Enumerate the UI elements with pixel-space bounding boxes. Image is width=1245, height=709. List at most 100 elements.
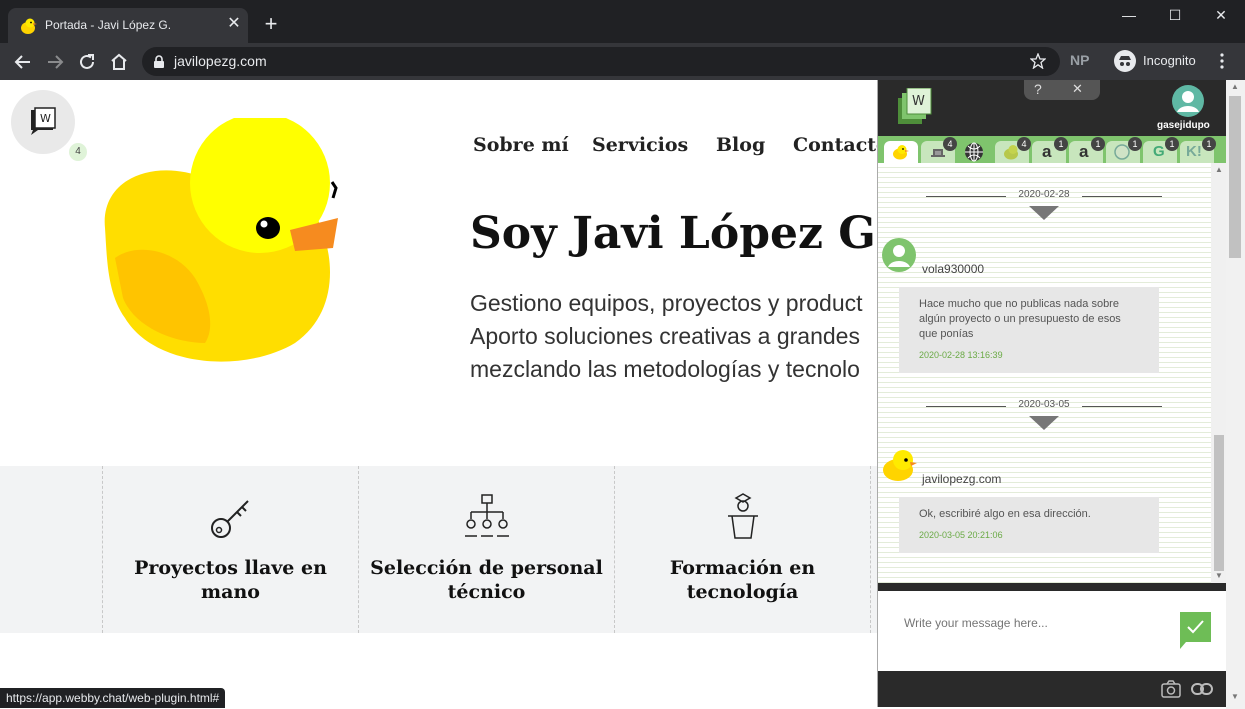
back-icon[interactable] xyxy=(10,49,36,75)
site-tab-badge: 1 xyxy=(1128,137,1142,151)
message-text: Ok, escribiré algo en esa dirección. xyxy=(919,508,1091,520)
tab-close-icon[interactable]: ✕ xyxy=(224,14,244,34)
browser-tab-bar: Portada - Javi López G. ✕ + — ☐ ✕ xyxy=(0,0,1245,43)
site-tab[interactable]: 1 xyxy=(1106,137,1142,163)
nav-sobre-mi[interactable]: Sobre mí xyxy=(473,134,569,156)
message-username[interactable]: javilopezg.com xyxy=(922,472,1001,486)
site-tab-badge: 1 xyxy=(1054,137,1068,151)
key-icon xyxy=(211,500,249,538)
site-tab[interactable]: G 1 xyxy=(1143,137,1179,163)
message-composer xyxy=(878,591,1227,671)
home-icon[interactable] xyxy=(106,49,132,75)
page-scroll-up-icon[interactable]: ▲ xyxy=(1231,82,1239,91)
incognito-icon xyxy=(1114,50,1136,72)
hero-line-3: mezclando las metodologías y tecnolo xyxy=(470,356,860,382)
site-tab[interactable]: a 1 xyxy=(1069,137,1105,163)
webby-chat-icon: W xyxy=(31,107,56,135)
status-bar-url: https://app.webby.chat/web-plugin.html# xyxy=(0,688,226,708)
message-text: Hace mucho que no publicas nada sobre al… xyxy=(919,298,1121,340)
date-separator: 2020-02-28 xyxy=(926,189,1162,203)
feature-title: Proyectos llave en mano xyxy=(134,557,327,603)
date-label: 2020-03-05 xyxy=(1018,399,1070,410)
new-tab-button[interactable]: + xyxy=(260,13,282,35)
lock-icon xyxy=(154,55,164,68)
bookmark-star-icon[interactable] xyxy=(1030,53,1046,69)
google-icon: G xyxy=(1153,143,1165,160)
site-tab-badge: 1 xyxy=(1165,137,1179,151)
site-tab[interactable]: a 1 xyxy=(1032,137,1068,163)
date-separator: 2020-03-05 xyxy=(926,399,1162,413)
link-icon[interactable] xyxy=(1191,682,1213,696)
duck-favicon-icon xyxy=(21,18,37,34)
checkmark-icon xyxy=(1180,620,1204,649)
chat-messages-area[interactable]: 2020-02-28 vola930000 Hace mucho que no … xyxy=(878,163,1211,583)
page-scrollbar-thumb[interactable] xyxy=(1229,96,1241,258)
site-tab[interactable] xyxy=(958,141,992,163)
extension-np-icon[interactable]: NP xyxy=(1070,52,1089,68)
hero-title: Soy Javi López G. xyxy=(470,208,890,259)
browser-toolbar: javilopezg.com NP Incognito xyxy=(0,43,1245,80)
date-arrow-icon xyxy=(1029,416,1059,430)
close-panel-icon[interactable]: ✕ xyxy=(1072,81,1083,97)
features-section: Proyectos llave en mano Selección de per… xyxy=(0,466,878,633)
nav-blog[interactable]: Blog xyxy=(716,134,765,156)
incognito-indicator[interactable]: Incognito xyxy=(1112,47,1202,76)
reload-icon[interactable] xyxy=(74,49,100,75)
org-chart-icon xyxy=(465,494,509,537)
duck-icon xyxy=(893,145,909,160)
message-username[interactable]: vola930000 xyxy=(922,262,984,276)
site-tab-badge: 4 xyxy=(1017,137,1031,151)
browser-tab[interactable]: Portada - Javi López G. ✕ xyxy=(8,8,248,43)
tab-title: Portada - Javi López G. xyxy=(45,18,172,32)
incognito-label: Incognito xyxy=(1143,53,1196,68)
user-avatar-icon xyxy=(882,238,916,272)
feature-card[interactable]: Formación en tecnología xyxy=(614,466,869,633)
page-scroll-down-icon[interactable]: ▼ xyxy=(1231,692,1239,701)
scrollbar-thumb[interactable] xyxy=(1214,435,1224,571)
forward-icon[interactable] xyxy=(42,49,68,75)
hero-line-1: Gestiono equipos, proyectos y product xyxy=(470,290,863,316)
site-tabs-strip: 4 4 a 1 a 1 1 G 1 K! 1 xyxy=(878,136,1227,163)
chat-scrollbar[interactable]: ▲ ▼ xyxy=(1211,163,1227,583)
user-avatar-icon[interactable] xyxy=(1172,85,1204,117)
scroll-up-icon[interactable]: ▲ xyxy=(1215,165,1223,174)
feature-card[interactable]: Proyectos llave en mano xyxy=(102,466,357,633)
webby-chat-panel: W ? ✕ gasejidupo 4 4 a 1 a 1 1 G 1 K! 1 … xyxy=(877,80,1227,707)
message-time: 2020-03-05 20:21:06 xyxy=(919,530,1003,540)
k-icon: K! xyxy=(1186,143,1202,160)
menu-kebab-icon[interactable] xyxy=(1214,52,1230,70)
feature-card[interactable]: Selección de personal técnico xyxy=(358,466,613,633)
teacher-icon xyxy=(728,493,758,539)
help-icon[interactable]: ? xyxy=(1034,81,1042,97)
minimize-button[interactable]: — xyxy=(1106,0,1152,30)
feature-title: Formación en tecnología xyxy=(669,557,816,603)
nav-contacto[interactable]: Contacto xyxy=(793,134,889,156)
amazon-icon: a xyxy=(1042,142,1052,161)
address-bar[interactable]: javilopezg.com xyxy=(142,47,1060,76)
message-bubble: Ok, escribiré algo en esa dirección. 202… xyxy=(899,497,1159,553)
scroll-down-icon[interactable]: ▼ xyxy=(1215,571,1223,580)
nav-servicios[interactable]: Servicios xyxy=(592,134,688,156)
message-time: 2020-02-28 13:16:39 xyxy=(919,350,1003,360)
site-tab-badge: 1 xyxy=(1091,137,1105,151)
globe-icon xyxy=(965,142,983,162)
site-tab[interactable]: 4 xyxy=(995,137,1031,163)
webby-launcher-button[interactable]: W 4 xyxy=(11,90,87,161)
camera-icon[interactable] xyxy=(1161,680,1181,698)
close-window-button[interactable]: ✕ xyxy=(1198,0,1244,30)
url-text: javilopezg.com xyxy=(174,53,267,69)
send-button[interactable] xyxy=(1180,612,1211,649)
site-tab[interactable] xyxy=(884,141,918,163)
help-close-tab: ? ✕ xyxy=(1024,80,1100,100)
webby-footer xyxy=(878,671,1227,707)
site-tab[interactable]: 4 xyxy=(921,137,957,163)
date-arrow-icon xyxy=(1029,206,1059,220)
message-input[interactable] xyxy=(902,615,1166,631)
site-tab[interactable]: K! 1 xyxy=(1180,137,1216,163)
hero-line-2: Aporto soluciones creativas a grandes xyxy=(470,323,860,349)
duck-avatar-icon xyxy=(883,450,917,481)
amazon-icon: a xyxy=(1079,142,1089,161)
svg-text:W: W xyxy=(40,112,51,125)
maximize-button[interactable]: ☐ xyxy=(1152,0,1198,30)
page-scrollbar[interactable]: ▲ ▼ xyxy=(1226,80,1245,709)
